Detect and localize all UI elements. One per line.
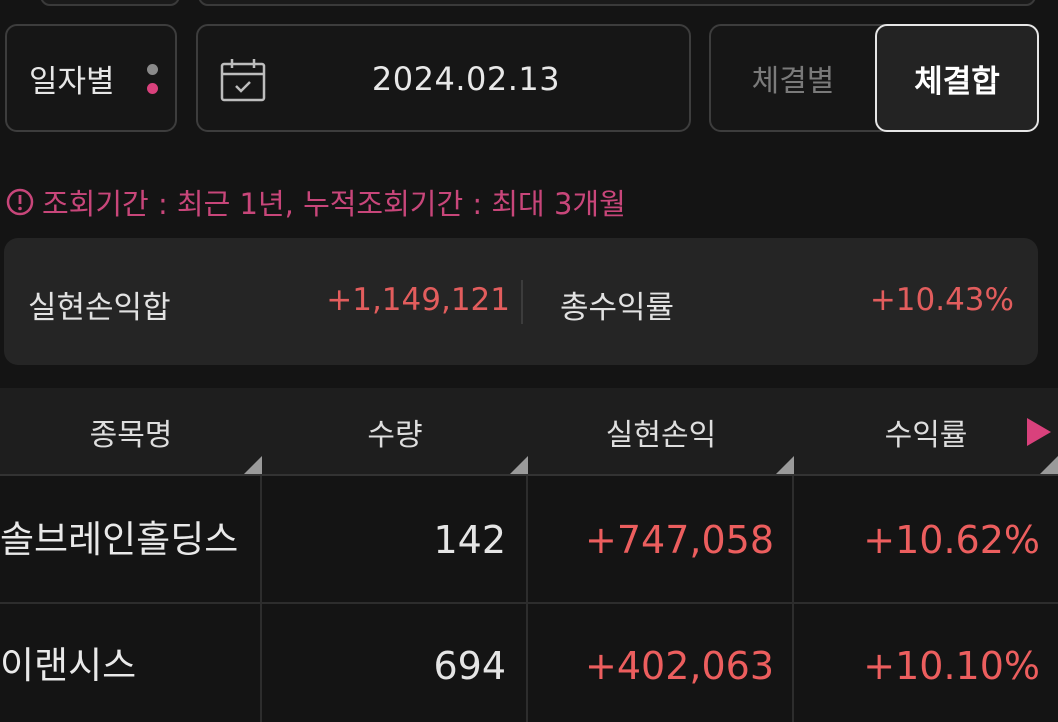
date-picker[interactable]: 2024.02.13 [196, 24, 691, 132]
realized-pnl-value: +1,149,121 [326, 282, 510, 318]
sort-corner-icon [776, 456, 794, 474]
realized-pnl-label: 실현손익합 [28, 290, 171, 326]
sort-corner-icon [1040, 456, 1058, 474]
summary-divider [521, 280, 523, 324]
table-header: 종목명 수량 실현손익 수익률 [0, 388, 1058, 476]
period-selector[interactable]: 일자별 [5, 24, 177, 132]
period-selector-label: 일자별 [29, 63, 115, 100]
row-stock-name: 이랜시스 [0, 644, 137, 687]
total-return-label: 총수익률 [560, 290, 675, 326]
row-stock-name: 솔브레인홀딩스 [0, 518, 239, 561]
total-return-value: +10.43% [869, 282, 1014, 318]
query-period-notice: 조회기간 : 최근 1년, 누적조회기간 : 최대 3개월 [6, 182, 626, 222]
segment-control: 체결별 체결합 [709, 24, 1039, 132]
header-return-rate[interactable]: 수익률 [794, 388, 1058, 476]
sort-corner-icon [510, 456, 528, 474]
summary-card: 실현손익합 +1,149,121 총수익률 +10.43% [4, 238, 1038, 365]
table-row[interactable]: 이랜시스 694 +402,063 +10.10% [0, 604, 1058, 722]
kebab-menu-icon[interactable] [147, 62, 159, 98]
header-quantity[interactable]: 수량 [262, 388, 528, 476]
top-partial-bar-right [198, 0, 1036, 6]
row-quantity: 694 [433, 644, 506, 688]
segment-option-by-execution[interactable]: 체결별 [711, 26, 875, 130]
row-return-rate: +10.10% [863, 644, 1040, 688]
row-return-rate: +10.62% [863, 518, 1040, 562]
play-right-icon[interactable] [1027, 418, 1051, 446]
segment-option-execution-sum[interactable]: 체결합 [875, 24, 1039, 132]
sort-corner-icon [244, 456, 262, 474]
header-realized-pnl[interactable]: 실현손익 [528, 388, 794, 476]
row-quantity: 142 [433, 518, 506, 562]
row-realized-pnl: +747,058 [585, 518, 774, 562]
notice-text: 조회기간 : 최근 1년, 누적조회기간 : 최대 3개월 [42, 187, 626, 221]
info-circle-icon [6, 188, 34, 216]
date-value: 2024.02.13 [371, 60, 561, 98]
row-realized-pnl: +402,063 [585, 644, 774, 688]
table-row[interactable]: 솔브레인홀딩스 142 +747,058 +10.62% [0, 478, 1058, 604]
top-partial-bar-left [40, 0, 180, 6]
header-stock-name[interactable]: 종목명 [0, 388, 262, 476]
